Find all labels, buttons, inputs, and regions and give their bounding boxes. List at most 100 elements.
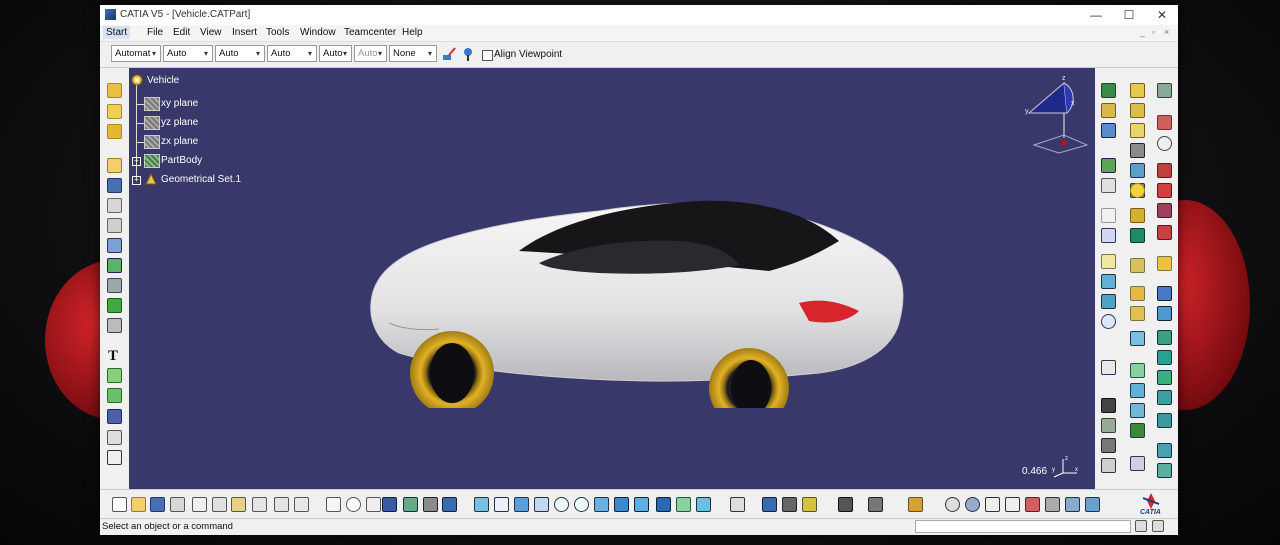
formula-icon[interactable] (1157, 225, 1172, 240)
pad-icon[interactable] (1130, 103, 1145, 118)
thickness-icon[interactable] (1130, 306, 1145, 321)
gear-icon[interactable] (1045, 497, 1060, 512)
cursor-icon[interactable] (1157, 256, 1172, 271)
align-viewpoint-checkbox[interactable] (482, 50, 493, 61)
body-operation-icon[interactable] (1130, 456, 1145, 471)
knowledge-icon[interactable] (1157, 163, 1172, 178)
hide-show-icon[interactable] (676, 497, 691, 512)
print-icon[interactable] (107, 198, 122, 213)
sketch-icon[interactable] (107, 83, 122, 98)
fit-all-icon[interactable] (494, 497, 509, 512)
mdi-restore-button[interactable]: ▫ (1152, 27, 1155, 37)
close-button[interactable]: ✕ (1146, 5, 1178, 25)
chamfer-icon[interactable] (1130, 228, 1145, 243)
video-icon[interactable] (868, 497, 883, 512)
zoom-in-icon[interactable] (554, 497, 569, 512)
menu-tools[interactable]: Tools (266, 27, 289, 38)
hole-icon[interactable] (1130, 163, 1145, 178)
intersection-icon[interactable] (1101, 294, 1116, 309)
projection-icon[interactable] (1101, 274, 1116, 289)
print-icon[interactable] (170, 497, 185, 512)
grid-icon[interactable] (107, 278, 122, 293)
cut-icon[interactable] (192, 497, 207, 512)
vehicle-3d-model[interactable] (359, 193, 919, 408)
check-icon[interactable] (1157, 203, 1172, 218)
shading-icon[interactable] (656, 497, 671, 512)
menu-edit[interactable]: Edit (173, 27, 190, 38)
fill-icon[interactable] (1157, 330, 1172, 345)
new-icon[interactable] (112, 497, 127, 512)
trim-icon[interactable] (1130, 383, 1145, 398)
compass-widget[interactable]: z y x (1019, 73, 1089, 158)
table-grid-icon[interactable] (382, 497, 397, 512)
tree-item-xy-plane[interactable]: xy plane (161, 98, 198, 109)
parameters-icon[interactable] (107, 258, 122, 273)
tree-item-geometrical-set[interactable]: Geometrical Set.1 (161, 174, 241, 185)
catalog-browser-icon[interactable] (423, 497, 438, 512)
dimension-icon[interactable] (985, 497, 1000, 512)
multi-view-icon[interactable] (614, 497, 629, 512)
open-folder-icon[interactable] (107, 158, 122, 173)
shaft-icon[interactable] (1130, 143, 1145, 158)
point-symbol-combo[interactable]: Auto ▾ (319, 45, 352, 62)
menu-window[interactable]: Window (300, 27, 336, 38)
normal-view-icon[interactable] (594, 497, 609, 512)
command-history-icon[interactable] (1135, 520, 1147, 532)
design-table-icon[interactable] (366, 497, 381, 512)
circle-icon[interactable] (1101, 314, 1116, 329)
undo-icon[interactable] (252, 497, 267, 512)
connect-curve-icon[interactable] (1157, 413, 1172, 428)
3d-viewport[interactable]: Vehicle xy plane yz plane zx plane + Par… (129, 68, 1095, 489)
pdm-save-icon[interactable] (762, 497, 777, 512)
mdi-minimize-button[interactable]: _ (1140, 27, 1145, 37)
paste-icon[interactable] (231, 497, 246, 512)
sweep-icon[interactable] (1101, 123, 1116, 138)
export-icon[interactable] (107, 388, 122, 403)
menu-help[interactable]: Help (402, 27, 423, 38)
rule-icon[interactable] (1157, 183, 1172, 198)
instantiate-icon[interactable] (403, 497, 418, 512)
shell-icon[interactable] (1130, 286, 1145, 301)
redo-icon[interactable] (274, 497, 289, 512)
battery-icon[interactable] (802, 497, 817, 512)
line-icon[interactable] (1101, 178, 1116, 193)
tree-item-zx-plane[interactable]: zx plane (161, 136, 198, 147)
constraints-icon[interactable] (107, 318, 122, 333)
join-icon[interactable] (1101, 398, 1116, 413)
pocket-icon[interactable] (1130, 123, 1145, 138)
camera-icon[interactable] (838, 497, 853, 512)
mirror-icon[interactable] (1130, 403, 1145, 418)
boundary-icon[interactable] (1101, 418, 1116, 433)
save-icon[interactable] (150, 497, 165, 512)
painter-icon[interactable] (441, 46, 457, 62)
pdm-open-icon[interactable] (782, 497, 797, 512)
tools-palette-icon[interactable] (1065, 497, 1080, 512)
catalog-icon[interactable] (107, 409, 122, 424)
polyline-icon[interactable] (1101, 228, 1116, 243)
maximize-button[interactable]: ☐ (1113, 5, 1145, 25)
spiral-icon[interactable] (945, 497, 960, 512)
copy-icon[interactable] (212, 497, 227, 512)
import-icon[interactable] (107, 368, 122, 383)
minimize-button[interactable]: — (1080, 5, 1112, 25)
menu-insert[interactable]: Insert (232, 27, 257, 38)
line-thickness-combo[interactable]: Auto ▾ (215, 45, 265, 62)
geometrical-set-expand-icon[interactable]: + (132, 176, 141, 185)
whats-this-icon[interactable] (294, 497, 309, 512)
power-input-field[interactable] (915, 520, 1131, 533)
smooth-curve-icon[interactable] (1157, 443, 1172, 458)
tree-item-yz-plane[interactable]: yz plane (161, 117, 198, 128)
zoom-out-icon[interactable] (574, 497, 589, 512)
line-type-combo[interactable]: Auto ▾ (267, 45, 317, 62)
save-icon[interactable] (107, 178, 122, 193)
spline-icon[interactable] (1101, 360, 1116, 375)
partbody-expand-icon[interactable]: + (132, 157, 141, 166)
menu-teamcenter[interactable]: Teamcenter (344, 27, 396, 38)
offset-icon[interactable] (1157, 350, 1172, 365)
sketch-tools-icon[interactable] (1101, 158, 1116, 173)
draft-icon[interactable] (1130, 258, 1145, 273)
exit-icon[interactable] (107, 450, 122, 465)
sketch-plane-icon[interactable] (107, 104, 122, 119)
surface-icon[interactable] (1130, 331, 1145, 346)
open-icon[interactable] (131, 497, 146, 512)
